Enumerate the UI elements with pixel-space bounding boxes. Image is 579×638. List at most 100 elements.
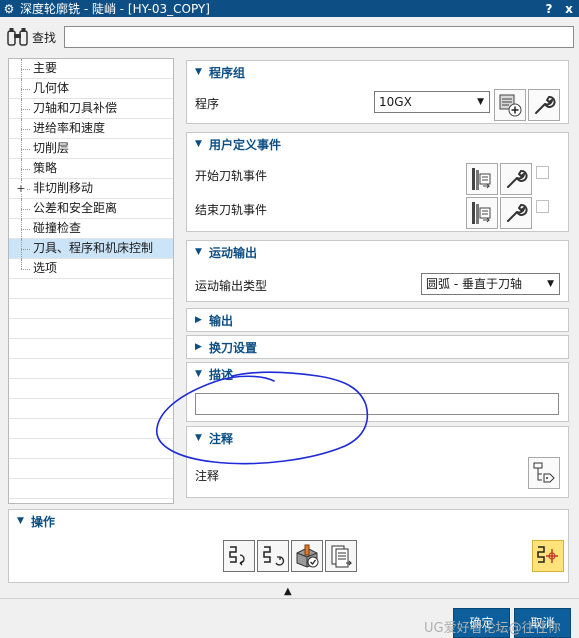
list-output-icon (331, 545, 353, 568)
nav-empty-row (9, 299, 173, 319)
nav-item[interactable]: 主要 (9, 59, 173, 79)
section-motion-output: ▼ 运动输出 运动输出类型 圆弧 - 垂直于刀轴 ▼ (186, 240, 569, 302)
nav-item[interactable]: 几何体 (9, 79, 173, 99)
nav-item[interactable]: 碰撞检查 (9, 219, 173, 239)
nav-empty-row (9, 399, 173, 419)
replay-toolpath-button[interactable] (257, 540, 289, 572)
section-program-group: ▼ 程序组 程序 10GX ▼ (186, 60, 569, 124)
tree-connector (21, 269, 30, 270)
nav-empty-row (9, 359, 173, 379)
title-bar: ⚙ 深度轮廓铣 - 陡峭 - [HY-03_COPY] ? x (0, 0, 579, 17)
operations-panel: ▼ 操作 (8, 509, 569, 583)
section-header-description[interactable]: ▼ 描述 (187, 363, 568, 385)
note-tag-icon (533, 462, 555, 483)
section-title: 换刀设置 (209, 340, 258, 355)
search-input[interactable] (64, 26, 574, 48)
nav-item-label: 刀轴和刀具补偿 (33, 101, 118, 115)
nav-item[interactable]: 选项 (9, 259, 173, 279)
expand-triangle-icon: ▶ (195, 315, 202, 325)
tree-connector (21, 229, 30, 230)
description-input[interactable] (195, 393, 559, 415)
close-button[interactable]: x (559, 2, 579, 16)
section-title: 描述 (209, 367, 234, 382)
end-event-list-button[interactable] (466, 197, 498, 229)
collapse-panel-arrow-icon[interactable]: ▲ (284, 586, 292, 597)
program-label: 程序 (195, 97, 220, 111)
nav-item[interactable]: 进给率和速度 (9, 119, 173, 139)
start-event-list-button[interactable] (466, 163, 498, 195)
nav-item-label: 策略 (33, 161, 58, 175)
watermark: UG爱好者论坛@往往你 (424, 621, 561, 636)
tree-connector (21, 129, 30, 130)
event-list-icon (472, 168, 491, 190)
verify-icon (296, 544, 319, 568)
generate-toolpath-button[interactable] (223, 540, 255, 572)
nav-empty-row (9, 439, 173, 459)
nav-item-label: 公差和安全距离 (33, 201, 118, 215)
nav-item[interactable]: + 非切削移动 (9, 179, 173, 199)
tree-line (21, 259, 22, 269)
program-select[interactable]: 10GX ▼ (374, 91, 490, 113)
section-notes: ▼ 注释 注释 (186, 426, 569, 498)
nav-empty-row (9, 459, 173, 479)
nav-empty-row (9, 319, 173, 339)
operations-header[interactable]: ▼ 操作 (9, 510, 568, 532)
wrench-icon (507, 204, 528, 222)
list-toolpath-button[interactable] (325, 540, 357, 572)
section-title: 程序组 (209, 65, 246, 80)
nav-item[interactable]: 公差和安全距离 (9, 199, 173, 219)
collapse-triangle-icon: ▼ (195, 433, 202, 443)
expand-plus-icon[interactable]: + (16, 183, 26, 194)
program-select-value: 10GX (379, 95, 412, 109)
edit-program-button[interactable] (528, 89, 560, 121)
section-header-output[interactable]: ▶ 输出 (187, 309, 568, 331)
nav-item[interactable]: 切削层 (9, 139, 173, 159)
section-user-events: ▼ 用户定义事件 开始刀轨事件 结束刀轨事件 (186, 132, 569, 232)
event-list-icon (472, 202, 491, 224)
help-button[interactable]: ? (539, 2, 559, 16)
end-event-edit-button[interactable] (500, 197, 532, 229)
end-event-checkbox[interactable] (536, 200, 549, 213)
tree-connector (21, 209, 30, 210)
nav-item-label: 碰撞检查 (33, 221, 82, 235)
replay-icon (263, 546, 285, 566)
notes-label: 注释 (195, 469, 220, 483)
gear-icon[interactable]: ⚙ (0, 2, 18, 16)
new-program-button[interactable] (494, 89, 526, 121)
collapse-triangle-icon: ▼ (195, 247, 202, 257)
nav-item[interactable]: 策略 (9, 159, 173, 179)
nav-empty-row (9, 479, 173, 499)
nav-tree: 主要几何体刀轴和刀具补偿进给率和速度 切削层策略 + 非切削移动公差和安全距离 碰撞检查… (8, 58, 174, 504)
end-event-label: 结束刀轨事件 (195, 203, 268, 217)
new-program-icon (499, 94, 522, 117)
search-bar: 查找 (0, 22, 579, 52)
nav-item-label: 刀具、程序和机床控制 (33, 241, 154, 255)
section-title: 用户定义事件 (209, 137, 282, 152)
nav-item-label: 几何体 (33, 81, 70, 95)
nav-empty-row (9, 379, 173, 399)
section-header-motion-output[interactable]: ▼ 运动输出 (187, 241, 568, 263)
tree-connector (21, 249, 30, 250)
binoculars-icon[interactable] (6, 25, 30, 49)
motion-type-select[interactable]: 圆弧 - 垂直于刀轴 ▼ (421, 273, 560, 295)
section-header-program-group[interactable]: ▼ 程序组 (187, 61, 568, 83)
search-label: 查找 (32, 30, 57, 45)
notes-edit-button[interactable] (528, 457, 560, 489)
path-display-icon (537, 546, 558, 563)
path-display-button[interactable] (532, 540, 564, 572)
button-bar-divider (0, 598, 579, 599)
nav-item[interactable]: 刀具、程序和机床控制 (9, 239, 173, 259)
expand-triangle-icon: ▶ (195, 342, 202, 352)
start-event-checkbox[interactable] (536, 166, 549, 179)
nav-item[interactable]: 刀轴和刀具补偿 (9, 99, 173, 119)
section-header-notes[interactable]: ▼ 注释 (187, 427, 568, 449)
start-event-label: 开始刀轨事件 (195, 169, 268, 183)
generate-icon (229, 546, 245, 566)
start-event-edit-button[interactable] (500, 163, 532, 195)
verify-toolpath-button[interactable] (291, 540, 323, 572)
tree-connector (21, 69, 30, 70)
tree-connector (21, 149, 30, 150)
section-header-tool-change[interactable]: ▶ 换刀设置 (187, 336, 568, 358)
section-header-user-events[interactable]: ▼ 用户定义事件 (187, 133, 568, 155)
nav-empty-row (9, 279, 173, 299)
